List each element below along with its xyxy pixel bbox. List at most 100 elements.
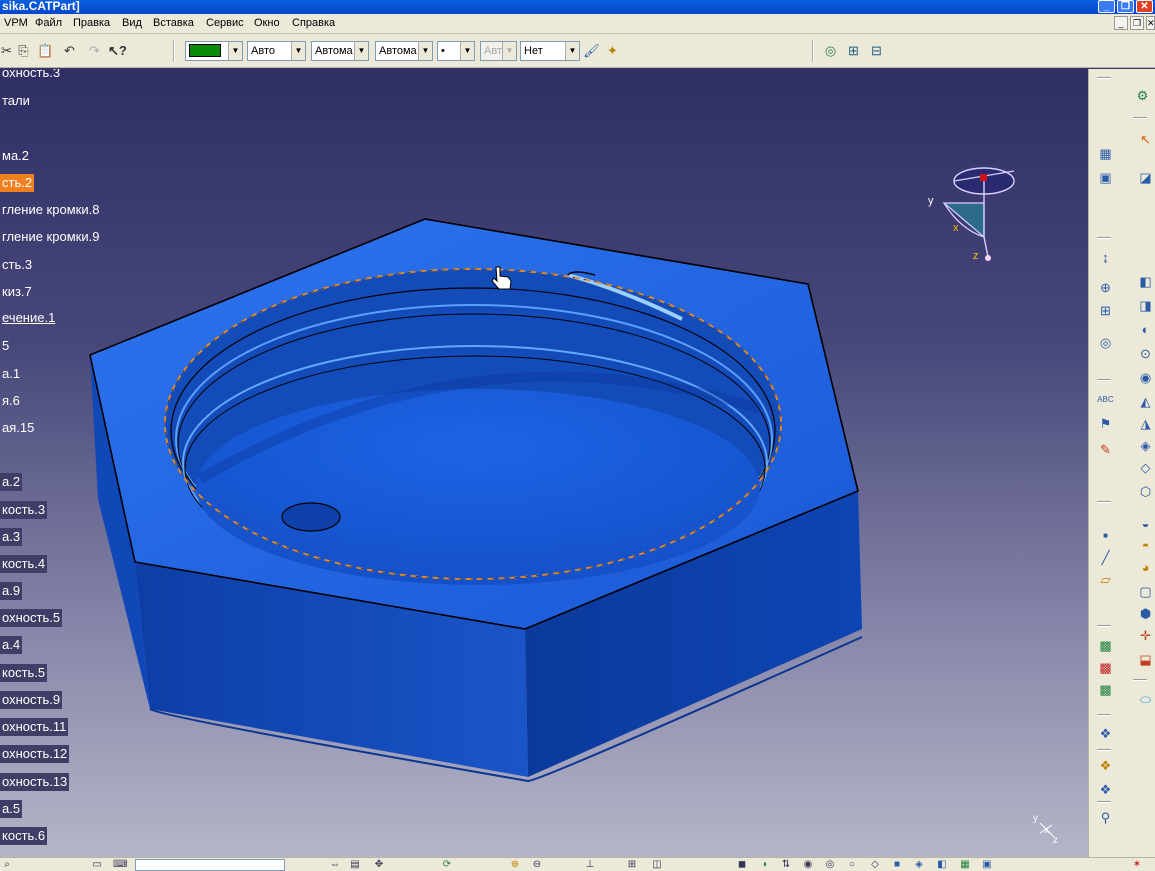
magnifier-icon[interactable]: ▣ bbox=[980, 859, 994, 871]
iso-view-icon[interactable]: ◫ bbox=[650, 859, 664, 871]
lighting-icon[interactable]: ◈ bbox=[912, 859, 926, 871]
shading-icon[interactable]: ◼ bbox=[735, 859, 749, 871]
depth-effect-icon[interactable]: ◧ bbox=[935, 859, 949, 871]
tree-node[interactable]: я.6 bbox=[0, 392, 22, 410]
undo-icon[interactable]: ↶ bbox=[61, 42, 78, 59]
hide-show-icon[interactable]: ◑ bbox=[757, 859, 771, 871]
tree-node[interactable]: ая.15 bbox=[0, 419, 36, 437]
multi-view-icon[interactable]: ⊞ bbox=[625, 859, 639, 871]
linetype-combo[interactable]: Автома ▼ bbox=[311, 41, 369, 61]
measure-icon[interactable]: ↨ bbox=[1097, 249, 1114, 266]
fit-all-icon[interactable]: ◎ bbox=[1097, 334, 1114, 351]
menu-insert[interactable]: Вставка bbox=[153, 14, 194, 33]
fill-color-combo[interactable]: ▼ bbox=[185, 41, 243, 61]
3d-viewport[interactable]: y x z y x z охность.3 тали ма.2 сть.2 гл… bbox=[0, 69, 1088, 857]
point-symbol-combo[interactable]: • ▼ bbox=[437, 41, 475, 61]
remove-face-icon[interactable]: ⬓ bbox=[1137, 651, 1154, 668]
remove-loft-icon[interactable]: ◇ bbox=[1137, 459, 1154, 476]
menu-vpm[interactable]: VPM bbox=[4, 14, 28, 33]
slot-icon[interactable]: ◮ bbox=[1137, 415, 1154, 432]
hole-icon[interactable]: ◉ bbox=[1137, 369, 1154, 386]
layer-filter-combo[interactable]: Авт ▼ bbox=[480, 41, 517, 61]
thickness-icon[interactable]: ⬢ bbox=[1137, 605, 1154, 622]
render-style-icon[interactable]: ◇ bbox=[868, 859, 882, 871]
tree-node[interactable]: кость.6 bbox=[0, 827, 48, 845]
tree-node[interactable]: ечение.1 bbox=[0, 309, 57, 327]
doc-minimize-button[interactable]: _ bbox=[1114, 16, 1128, 30]
thickness-combo[interactable]: Автома ▼ bbox=[375, 41, 433, 61]
workbench-icon[interactable]: ⚙ bbox=[1134, 87, 1151, 104]
redo-icon[interactable]: ↷ bbox=[86, 42, 103, 59]
menu-tools[interactable]: Сервис bbox=[206, 14, 244, 33]
minimize-button[interactable]: _ bbox=[1098, 0, 1115, 13]
maximize-button[interactable]: ❐ bbox=[1117, 0, 1134, 13]
globe-icon[interactable]: ◎ bbox=[822, 42, 839, 59]
tree-node[interactable]: охность.12 bbox=[0, 745, 70, 763]
groove-icon[interactable]: ⊙ bbox=[1137, 345, 1154, 362]
normal-view-icon[interactable]: ⊥ bbox=[583, 859, 597, 871]
texture-icon[interactable]: ▩ bbox=[1097, 681, 1114, 698]
select-arrow-icon[interactable]: ↖ bbox=[1137, 131, 1154, 148]
tree-node[interactable]: кость.3 bbox=[0, 501, 48, 519]
line-icon[interactable]: ╱ bbox=[1097, 549, 1114, 566]
flag-note-icon[interactable]: ⚑ bbox=[1097, 415, 1114, 432]
grid-icon[interactable]: ⊞ bbox=[1097, 302, 1114, 319]
abc-text-icon[interactable]: ABC bbox=[1097, 391, 1114, 408]
shaft-icon[interactable]: ◐ bbox=[1137, 321, 1154, 338]
sketcher-icon[interactable]: ◪ bbox=[1137, 169, 1154, 186]
tree-node-selected[interactable]: сть.2 bbox=[0, 174, 35, 192]
tree-node[interactable]: а.1 bbox=[0, 365, 22, 383]
tree-node[interactable]: гление кромки.9 bbox=[0, 228, 101, 246]
fillet-icon[interactable]: ◒ bbox=[1137, 515, 1154, 532]
positioned-sketch-icon[interactable]: ▣ bbox=[1097, 169, 1114, 186]
union-trim-icon[interactable]: ❖ bbox=[1097, 781, 1114, 798]
part-render[interactable] bbox=[0, 69, 1088, 857]
command-input[interactable] bbox=[135, 859, 285, 871]
transparency-combo[interactable]: Авто ▼ bbox=[247, 41, 306, 61]
copy-icon[interactable]: ⎘ bbox=[15, 42, 32, 59]
tree-node[interactable]: охность.11 bbox=[0, 718, 69, 736]
shading-edges-icon[interactable]: ◎ bbox=[823, 859, 837, 871]
pocket-icon[interactable]: ◨ bbox=[1137, 297, 1154, 314]
tree-node[interactable]: а.5 bbox=[0, 800, 23, 818]
layer-combo[interactable]: Нет ▼ bbox=[520, 41, 580, 61]
draft-icon[interactable]: ◕ bbox=[1137, 559, 1154, 576]
doc-restore-button[interactable]: ❐ bbox=[1130, 16, 1144, 30]
rib-icon[interactable]: ◭ bbox=[1137, 393, 1154, 410]
apply-material-icon[interactable]: ▩ bbox=[1097, 637, 1114, 654]
tree-expand-icon[interactable]: ⊞ bbox=[845, 42, 862, 59]
loft-icon[interactable]: ◈ bbox=[1137, 437, 1154, 454]
tree-node[interactable]: сть.3 bbox=[0, 256, 34, 274]
close-button[interactable]: ✕ bbox=[1136, 0, 1153, 13]
analysis-icon[interactable]: ⚲ bbox=[1097, 809, 1114, 826]
thread-icon[interactable]: ✛ bbox=[1137, 627, 1154, 644]
cut-icon[interactable]: ✂ bbox=[0, 42, 15, 59]
tree-node[interactable]: кость.5 bbox=[0, 664, 48, 682]
doc-close-button[interactable]: ✕ bbox=[1146, 16, 1155, 30]
annotation-icon[interactable]: ✎ bbox=[1097, 441, 1114, 458]
menu-window[interactable]: Окно bbox=[254, 14, 280, 33]
transform-icon[interactable]: ⬭ bbox=[1137, 691, 1154, 708]
render-icon[interactable]: ▩ bbox=[1097, 659, 1114, 676]
tree-node[interactable]: кость.4 bbox=[0, 555, 48, 573]
boolean-icon[interactable]: ❖ bbox=[1097, 725, 1114, 742]
shell-icon[interactable]: ▢ bbox=[1137, 583, 1154, 600]
tree-node[interactable]: охность.3 bbox=[0, 69, 62, 82]
painter-icon[interactable]: 🖌 bbox=[583, 42, 600, 59]
point-icon[interactable]: ■ bbox=[1097, 527, 1114, 544]
menu-help[interactable]: Справка bbox=[292, 14, 335, 33]
swap-space-icon[interactable]: ⇅ bbox=[779, 859, 793, 871]
plane-icon[interactable]: ▱ bbox=[1097, 571, 1114, 588]
ground-icon[interactable]: ▦ bbox=[958, 859, 972, 871]
stiffener-icon[interactable]: ⬡ bbox=[1137, 483, 1154, 500]
tree-node[interactable]: киз.7 bbox=[0, 283, 34, 301]
command-icon[interactable]: ⌨ bbox=[113, 859, 127, 871]
menu-view[interactable]: Вид bbox=[122, 14, 142, 33]
tree-node[interactable]: а.3 bbox=[0, 528, 23, 546]
zoom-in-icon[interactable]: ⊕ bbox=[508, 859, 522, 871]
properties-brush-icon[interactable]: ✦ bbox=[604, 42, 621, 59]
menu-edit[interactable]: Правка bbox=[73, 14, 110, 33]
tree-collapse-icon[interactable]: ⊟ bbox=[868, 42, 885, 59]
view-mode-icon[interactable]: ◉ bbox=[801, 859, 815, 871]
tree-node[interactable]: а.4 bbox=[0, 636, 23, 654]
